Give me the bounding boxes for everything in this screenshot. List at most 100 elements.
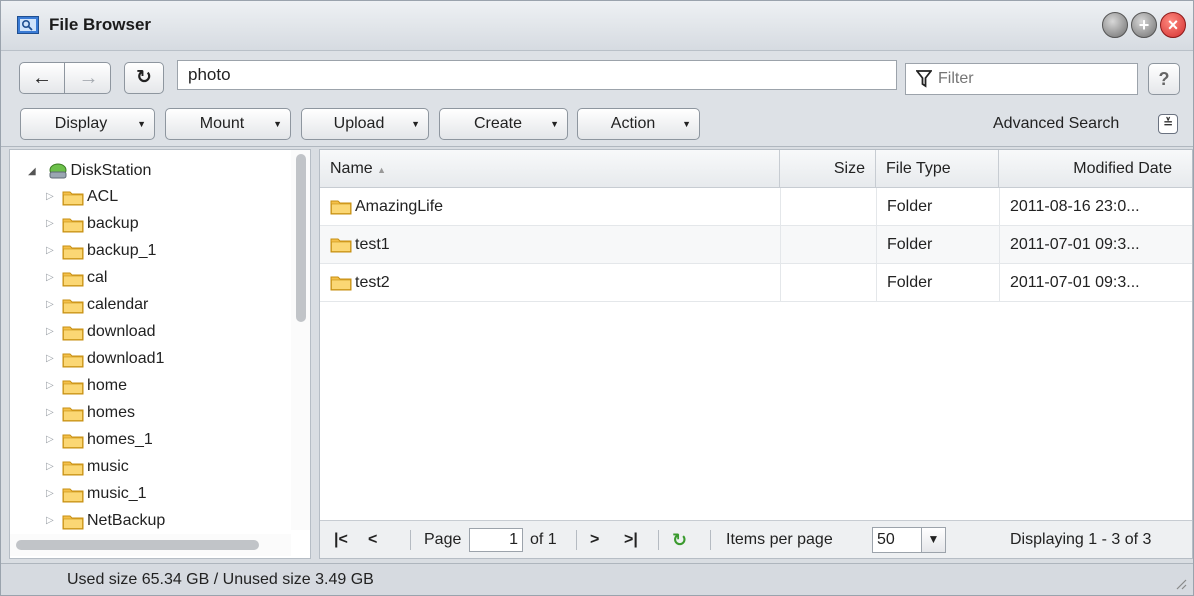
next-page-button[interactable]: > — [590, 521, 599, 558]
expand-triangle-icon[interactable]: ▷ — [46, 402, 62, 424]
filter-input[interactable] — [938, 67, 1128, 91]
separator — [710, 530, 711, 550]
filter-field[interactable] — [905, 63, 1138, 95]
table-row[interactable]: test1 Folder 2011-07-01 09:3... — [320, 226, 1192, 264]
close-icon: × — [1167, 15, 1179, 35]
expand-triangle-icon[interactable]: ▷ — [46, 510, 62, 532]
tree-root-diskstation[interactable]: ◢ DiskStation — [28, 162, 151, 184]
expand-triangle-icon[interactable]: ▷ — [46, 186, 62, 208]
file-browser-window: File Browser + × ← → ↻ photo ? Display ▼… — [0, 0, 1194, 596]
cell-modified-date: 2011-07-01 09:3... — [999, 226, 1192, 264]
expand-triangle-icon[interactable]: ▷ — [46, 294, 62, 316]
forward-button[interactable]: → — [66, 63, 111, 93]
tree-item[interactable]: ▷ backup_1 — [46, 240, 156, 264]
help-button[interactable]: ? — [1148, 63, 1180, 95]
scroll-thumb[interactable] — [16, 540, 259, 550]
items-per-page-select[interactable]: 50 ▼ — [872, 527, 946, 553]
expand-search-button[interactable]: ≚ — [1158, 114, 1178, 134]
tree-item-label: backup_1 — [87, 242, 157, 260]
tree-item[interactable]: ▷ homes_1 — [46, 429, 153, 453]
page-label: Page — [424, 531, 462, 548]
minimize-button[interactable] — [1102, 12, 1128, 38]
address-bar: ← → ↻ photo ? — [1, 51, 1193, 103]
tree-item[interactable]: ▷ download — [46, 321, 156, 345]
table-row[interactable]: AmazingLife Folder 2011-08-16 23:0... — [320, 188, 1192, 226]
chevron-down-icon[interactable]: ▼ — [921, 528, 945, 552]
cell-type: Folder — [876, 264, 999, 302]
previous-page-button[interactable]: < — [368, 521, 377, 558]
tree-item[interactable]: ▷ NetBackup — [46, 510, 165, 534]
tree-item[interactable]: ▷ cal — [46, 267, 107, 291]
expand-triangle-icon[interactable]: ▷ — [46, 348, 62, 370]
advanced-search-link[interactable]: Advanced Search — [993, 115, 1119, 133]
folder-icon — [330, 276, 352, 291]
tree-item-label: calendar — [87, 296, 149, 314]
items-per-page-label: Items per page — [726, 531, 833, 548]
reload-button[interactable]: ↻ — [672, 521, 687, 558]
path-input[interactable]: photo — [177, 60, 897, 90]
column-header-date[interactable]: Modified Date — [999, 150, 1192, 188]
title-bar[interactable]: File Browser + × — [1, 1, 1193, 51]
column-header-name[interactable]: Name ▲ — [320, 150, 780, 188]
tree-item[interactable]: ▷ download1 — [46, 348, 164, 372]
tree-item-label: music — [87, 458, 129, 476]
column-header-size[interactable]: Size — [780, 150, 876, 188]
tree-item-label: cal — [87, 269, 108, 287]
items-per-page-value: 50 — [877, 531, 895, 548]
tree-horizontal-scrollbar[interactable] — [10, 534, 291, 556]
create-button[interactable]: Create ▼ — [439, 108, 568, 140]
cell-size — [780, 264, 876, 302]
folder-icon — [62, 488, 84, 502]
folder-icon — [62, 434, 84, 448]
page-number-input[interactable]: 1 — [469, 528, 523, 552]
mount-label: Mount — [199, 115, 245, 132]
close-button[interactable]: × — [1160, 12, 1186, 38]
tree-item[interactable]: ▷ music_1 — [46, 483, 147, 507]
tree-item-label: home — [87, 377, 128, 395]
display-label: Display — [54, 115, 108, 132]
maximize-button[interactable]: + — [1131, 12, 1157, 38]
expand-triangle-icon[interactable]: ▷ — [46, 267, 62, 289]
mount-button[interactable]: Mount ▼ — [165, 108, 291, 140]
refresh-icon: ↻ — [136, 67, 152, 88]
tree-item[interactable]: ▷ music — [46, 456, 129, 480]
scroll-thumb[interactable] — [296, 154, 306, 322]
first-page-button[interactable]: |< — [334, 521, 348, 558]
expand-triangle-icon[interactable]: ▷ — [46, 321, 62, 343]
folder-icon — [62, 353, 84, 367]
tree-vertical-scrollbar[interactable] — [291, 150, 310, 530]
tree-item[interactable]: ▷ backup — [46, 213, 139, 237]
display-button[interactable]: Display ▼ — [20, 108, 155, 140]
collapse-triangle-icon[interactable]: ◢ — [28, 166, 44, 177]
table-row[interactable]: test2 Folder 2011-07-01 09:3... — [320, 264, 1192, 302]
expand-triangle-icon[interactable]: ▷ — [46, 375, 62, 397]
back-button[interactable]: ← — [20, 63, 65, 93]
resize-grip-icon[interactable] — [1173, 576, 1187, 590]
expand-triangle-icon[interactable]: ▷ — [46, 456, 62, 478]
tree-item[interactable]: ▷ ACL — [46, 186, 118, 210]
expand-triangle-icon[interactable]: ▷ — [46, 483, 62, 505]
column-header-type[interactable]: File Type — [876, 150, 999, 188]
file-grid: Name ▲ Size File Type Modified Date Amaz… — [319, 149, 1193, 559]
tree-item[interactable]: ▷ home — [46, 375, 127, 399]
tree-item-label: homes — [87, 404, 136, 422]
refresh-button[interactable]: ↻ — [124, 62, 164, 94]
double-chevron-down-icon: ≚ — [1162, 116, 1174, 130]
tree-item[interactable]: ▷ homes — [46, 402, 135, 426]
grid-header: Name ▲ Size File Type Modified Date — [320, 150, 1192, 188]
tree-item-label: NetBackup — [87, 512, 166, 530]
cell-size — [780, 226, 876, 264]
cell-modified-date: 2011-07-01 09:3... — [999, 264, 1192, 302]
arrow-left-icon: ← — [32, 67, 52, 89]
expand-triangle-icon[interactable]: ▷ — [46, 429, 62, 451]
folder-icon — [62, 461, 84, 475]
last-page-button[interactable]: >| — [624, 521, 638, 558]
dropdown-caret-icon: ▼ — [550, 119, 559, 129]
action-button[interactable]: Action ▼ — [577, 108, 700, 140]
upload-button[interactable]: Upload ▼ — [301, 108, 429, 140]
tree-item[interactable]: ▷ calendar — [46, 294, 148, 318]
window-title: File Browser — [49, 15, 152, 34]
expand-triangle-icon[interactable]: ▷ — [46, 240, 62, 262]
arrow-right-icon: → — [78, 67, 99, 89]
expand-triangle-icon[interactable]: ▷ — [46, 213, 62, 235]
